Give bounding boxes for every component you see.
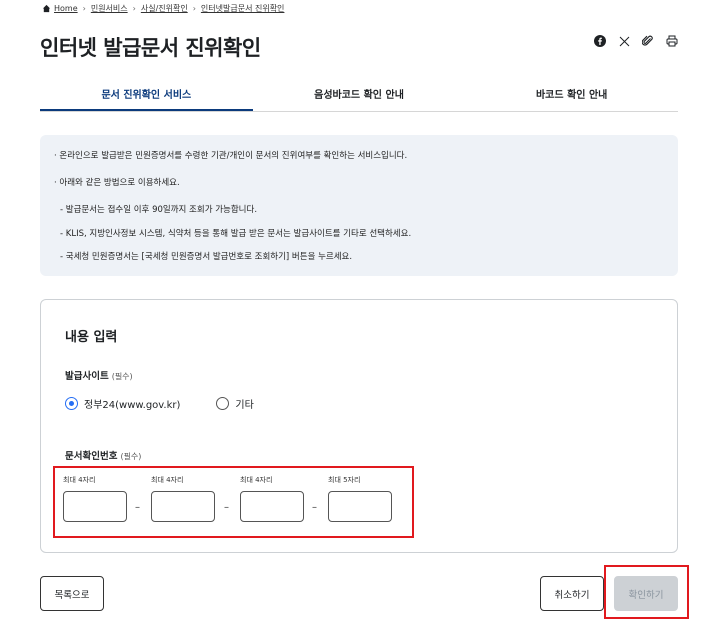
doc-number-field-1: 최대 4자리 xyxy=(63,475,127,522)
share-toolbar xyxy=(593,34,679,48)
breadcrumb: Home › 민원서비스 › 사실/진위확인 › 인터넷발급문서 진위확인 xyxy=(42,3,284,14)
field-hint: 최대 4자리 xyxy=(63,476,96,484)
facebook-icon[interactable] xyxy=(593,34,607,48)
doc-number-input-3[interactable] xyxy=(240,491,304,522)
info-sub-line: - 발급문서는 접수일 이후 90일까지 조회가 가능합니다. xyxy=(60,205,258,215)
tab-barcode[interactable]: 바코드 확인 안내 xyxy=(465,82,678,111)
home-icon[interactable] xyxy=(42,4,51,13)
radio-label: 기타 xyxy=(235,400,254,411)
form-title: 내용 입력 xyxy=(65,330,118,345)
doc-number-field-2: 최대 4자리 xyxy=(151,475,215,522)
doc-number-input-2[interactable] xyxy=(151,491,215,522)
doc-number-label: 문서확인번호 (필수) xyxy=(65,448,141,462)
dash-separator: – xyxy=(135,502,140,513)
breadcrumb-fact-check[interactable]: 사실/진위확인 xyxy=(141,3,188,14)
radio-other[interactable]: 기타 xyxy=(216,396,254,411)
site-label-text: 발급사이트 xyxy=(65,371,109,382)
radio-gov24[interactable]: 정부24(www.gov.kr) xyxy=(65,396,180,411)
field-hint: 최대 4자리 xyxy=(240,476,273,484)
tab-bar: 문서 진위확인 서비스 음성바코드 확인 안내 바코드 확인 안내 xyxy=(40,82,678,112)
chevron-right-icon: › xyxy=(82,4,86,13)
site-label: 발급사이트 (필수) xyxy=(65,368,133,382)
breadcrumb-home[interactable]: Home xyxy=(54,4,78,13)
site-radio-group: 정부24(www.gov.kr) 기타 xyxy=(65,396,290,411)
radio-label: 정부24(www.gov.kr) xyxy=(84,400,181,411)
radio-checked-icon[interactable] xyxy=(65,397,78,410)
doc-number-field-4: 최대 5자리 xyxy=(328,475,392,522)
tab-voice-barcode[interactable]: 음성바코드 확인 안내 xyxy=(253,82,466,111)
field-hint: 최대 4자리 xyxy=(151,476,184,484)
back-to-list-button[interactable]: 목록으로 xyxy=(40,576,104,611)
field-hint: 최대 5자리 xyxy=(328,476,361,484)
tab-verification-service[interactable]: 문서 진위확인 서비스 xyxy=(40,82,253,111)
required-marker: (필수) xyxy=(120,452,142,461)
info-sub-line: - KLIS, 지방인사정보 시스템, 식약처 등을 통해 발급 받은 문서는 … xyxy=(60,229,412,239)
page-title: 인터넷 발급문서 진위확인 xyxy=(40,36,261,60)
x-icon[interactable] xyxy=(617,34,631,48)
breadcrumb-current[interactable]: 인터넷발급문서 진위확인 xyxy=(201,3,285,14)
breadcrumb-civil-service[interactable]: 민원서비스 xyxy=(91,3,128,14)
cancel-button[interactable]: 취소하기 xyxy=(540,576,604,611)
doc-number-input-4[interactable] xyxy=(328,491,392,522)
required-marker: (필수) xyxy=(111,372,133,381)
chevron-right-icon: › xyxy=(132,4,136,13)
doc-number-input-1[interactable] xyxy=(63,491,127,522)
info-line: · 온라인으로 발급받은 민원증명서를 수령한 기관/개인이 문서의 진위여부를… xyxy=(54,151,408,161)
info-sub-line: - 국세청 민원증명서는 [국세청 민원증명서 발급번호로 조회하기] 버튼을 … xyxy=(60,252,353,262)
radio-unchecked-icon[interactable] xyxy=(216,397,230,410)
dash-separator: – xyxy=(224,502,229,513)
chevron-right-icon: › xyxy=(192,4,196,13)
doc-number-label-text: 문서확인번호 xyxy=(65,451,118,462)
print-icon[interactable] xyxy=(665,34,679,48)
info-line: · 아래와 같은 방법으로 이용하세요. xyxy=(54,178,180,188)
doc-number-field-3: 최대 4자리 xyxy=(240,475,304,522)
dash-separator: – xyxy=(312,502,317,513)
link-icon[interactable] xyxy=(641,34,655,48)
info-box: · 온라인으로 발급받은 민원증명서를 수령한 기관/개인이 문서의 진위여부를… xyxy=(40,135,678,276)
confirm-button[interactable]: 확인하기 xyxy=(614,576,678,611)
